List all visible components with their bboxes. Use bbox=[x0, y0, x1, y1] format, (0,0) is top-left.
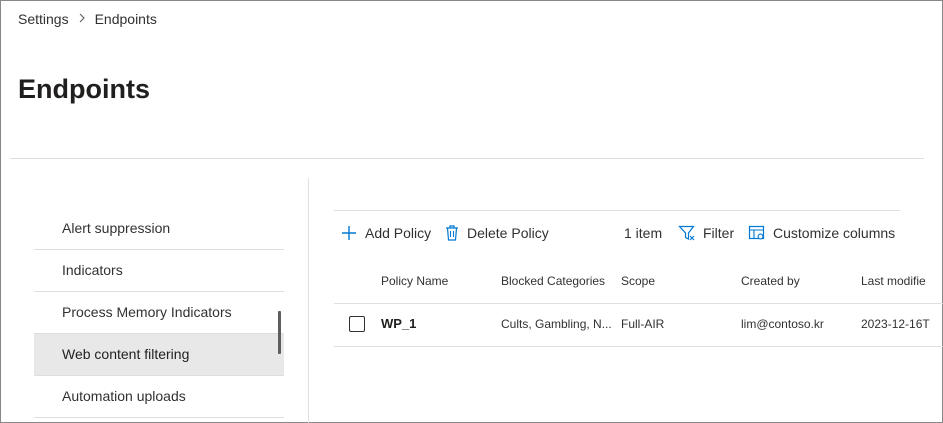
add-policy-button[interactable]: Add Policy bbox=[340, 220, 431, 246]
breadcrumb-endpoints[interactable]: Endpoints bbox=[95, 11, 157, 27]
created-by-cell: lim@contoso.kr bbox=[741, 317, 824, 331]
blocked-categories-cell: Cults, Gambling, N... bbox=[501, 317, 612, 331]
column-header-last-modified[interactable]: Last modifie bbox=[861, 274, 926, 288]
column-header-blocked-categories[interactable]: Blocked Categories bbox=[501, 274, 605, 288]
page-title: Endpoints bbox=[18, 74, 150, 104]
filter-button[interactable]: Filter bbox=[678, 220, 734, 246]
column-header-policy-name[interactable]: Policy Name bbox=[381, 274, 448, 288]
customize-columns-icon bbox=[748, 224, 773, 242]
add-policy-label: Add Policy bbox=[365, 225, 432, 241]
trash-icon bbox=[444, 224, 467, 242]
table-header: Policy Name Blocked Categories Scope Cre… bbox=[334, 268, 934, 294]
sidebar-item-process-memory-indicators[interactable]: Process Memory Indicators bbox=[34, 292, 284, 334]
sidebar-item-web-content-filtering[interactable]: Web content filtering bbox=[34, 334, 284, 376]
sidebar-item-indicators[interactable]: Indicators bbox=[34, 250, 284, 292]
sidebar-item-alert-suppression[interactable]: Alert suppression bbox=[34, 208, 284, 250]
policy-name-cell[interactable]: WP_1 bbox=[381, 316, 416, 331]
table-row[interactable]: WP_1 Cults, Gambling, N... Full-AIR lim@… bbox=[334, 303, 943, 347]
delete-policy-button[interactable]: Delete Policy bbox=[444, 220, 549, 246]
chevron-right-icon bbox=[78, 12, 86, 26]
delete-policy-label: Delete Policy bbox=[467, 225, 549, 241]
add-icon bbox=[340, 224, 365, 242]
column-header-created-by[interactable]: Created by bbox=[741, 274, 800, 288]
customize-columns-button[interactable]: Customize columns bbox=[748, 220, 895, 246]
breadcrumb-settings[interactable]: Settings bbox=[18, 11, 69, 27]
sidebar-scrollbar[interactable] bbox=[278, 311, 281, 354]
sidebar-item-automation-uploads[interactable]: Automation uploads bbox=[34, 376, 284, 418]
header-divider bbox=[10, 158, 924, 159]
last-modified-cell: 2023-12-16T bbox=[861, 317, 930, 331]
customize-columns-label: Customize columns bbox=[773, 225, 896, 241]
filter-icon bbox=[678, 224, 703, 242]
settings-sidebar: Alert suppression Indicators Process Mem… bbox=[34, 208, 284, 418]
column-header-scope[interactable]: Scope bbox=[621, 274, 655, 288]
scope-cell: Full-AIR bbox=[621, 317, 665, 331]
breadcrumb: Settings Endpoints bbox=[18, 11, 157, 27]
toolbar-divider bbox=[334, 210, 900, 211]
command-bar: Add Policy Delete Policy 1 item Filter C… bbox=[334, 220, 914, 246]
row-checkbox[interactable] bbox=[349, 316, 365, 332]
filter-label: Filter bbox=[703, 225, 735, 241]
item-count: 1 item bbox=[624, 225, 663, 241]
pane-divider bbox=[308, 178, 309, 423]
